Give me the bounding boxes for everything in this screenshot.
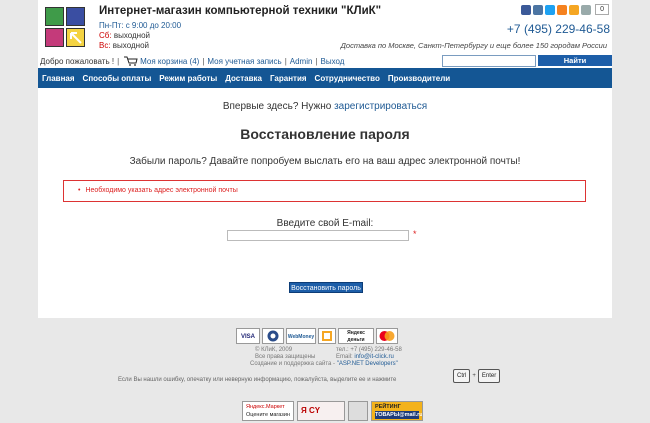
footer-contacts: тел.: +7 (495) 229-46-58 Email: info@it-… (336, 347, 402, 360)
phone-number: +7 (495) 229-46-58 (506, 22, 610, 36)
plus-share-icon[interactable] (581, 4, 592, 15)
error-report-note: Если Вы нашли ошибку, опечатку или невер… (118, 377, 397, 383)
my-account-link[interactable]: Моя учетная запись (207, 57, 281, 66)
shop-title: Интернет-магазин компьютерной техники "К… (99, 5, 382, 17)
hours-saturday: Сб: выходной (99, 31, 151, 40)
email-label: Введите свой E-mail: (276, 218, 374, 229)
enter-key: Enter (477, 369, 501, 383)
site-credits: Создание и поддержка сайта - "ASP.NET De… (250, 361, 398, 367)
search-button[interactable]: Найти (538, 55, 612, 66)
page-subtitle: Забыли пароль? Давайте попробуем выслать… (129, 156, 521, 167)
yandex-market-badge[interactable]: Яндекс.Маркет Оцените магазин (242, 401, 294, 421)
error-message: Необходимо указать адрес электронной поч… (78, 187, 237, 194)
restore-password-button[interactable]: Восстановить пароль (289, 282, 363, 293)
diners-logo (262, 328, 284, 344)
mastercard-icon (379, 331, 395, 341)
main-nav: Главная Способы оплаты Режим работы Дост… (38, 68, 612, 88)
logo-square-pink (45, 28, 64, 47)
vkontakte-icon[interactable] (533, 4, 544, 15)
welcome-text: Добро пожаловать ! (40, 56, 115, 66)
hours-sunday: Вс: выходной (99, 41, 149, 50)
share-counter: 0 (595, 4, 609, 15)
working-hours: Пн-Пт: с 9:00 до 20:00 Сб: выходной Вс: … (99, 21, 181, 51)
nav-item-payment[interactable]: Способы оплаты (79, 74, 156, 83)
my-cart-link[interactable]: Моя корзина (4) (140, 57, 199, 66)
twitter-icon[interactable] (545, 4, 556, 15)
payment-logos: VISA WebMoney Яндекс деньги (236, 328, 398, 344)
admin-link[interactable]: Admin (290, 57, 313, 66)
page-title: Восстановление пароля (240, 126, 410, 142)
bookmark-star-icon[interactable] (569, 4, 580, 15)
logo-square-yellow (66, 28, 85, 47)
separator: | (117, 56, 120, 66)
nav-item-home[interactable]: Главная (38, 74, 79, 83)
mastercard-logo (376, 328, 398, 344)
hours-weekdays: Пн-Пт: с 9:00 до 20:00 (99, 21, 182, 30)
first-visit-text: Впервые здесь? Нужно (222, 101, 332, 112)
social-share-bar: 0 (521, 4, 609, 15)
developer-link[interactable]: "ASP.NET Developers" (337, 361, 398, 367)
facebook-icon[interactable] (521, 4, 532, 15)
validation-error-box: Необходимо указать адрес электронной поч… (63, 180, 586, 202)
nav-item-delivery[interactable]: Доставка (221, 74, 266, 83)
qiwi-icon (322, 331, 332, 341)
hotkey-hint: Ctrl + Enter (453, 369, 501, 383)
logout-link[interactable]: Выход (321, 57, 345, 66)
first-visit-line: Впервые здесь? Нужно зарегистрироваться (38, 101, 612, 112)
diners-club-icon (267, 330, 279, 342)
rating-badges: Яндекс.Маркет Оцените магазин Я CY РЕЙТИ… (242, 401, 423, 421)
mail-rating-badge[interactable]: РЕЙТИНГ ТОВАРЫ@mail.ru (371, 401, 423, 421)
email-input[interactable] (227, 230, 409, 241)
nav-item-hours[interactable]: Режим работы (155, 74, 221, 83)
ctrl-key: Ctrl (453, 369, 471, 383)
footer-email-link[interactable]: info@it-click.ru (354, 354, 393, 360)
cursor-arrow-icon (70, 32, 82, 44)
visa-logo: VISA (236, 328, 260, 344)
nav-item-manufacturers[interactable]: Производители (384, 74, 454, 83)
user-bar: Добро пожаловать ! | Моя корзина (4) | М… (40, 56, 345, 66)
nav-item-cooperation[interactable]: Сотрудничество (311, 74, 384, 83)
webmoney-logo: WebMoney (286, 328, 316, 344)
register-link[interactable]: зарегистрироваться (334, 101, 427, 112)
qiwi-logo (318, 328, 336, 344)
page-container: Интернет-магазин компьютерной техники "К… (38, 0, 612, 318)
copyright: © КЛиК, 2009 Все права защищены (255, 347, 316, 360)
logo-square-green (45, 7, 64, 26)
nav-item-warranty[interactable]: Гарантия (266, 74, 311, 83)
search-input[interactable] (442, 55, 536, 67)
required-marker: * (413, 229, 417, 239)
shopping-cart-icon (124, 56, 138, 66)
delivery-info: Доставка по Москве, Санкт-Петербургу и е… (340, 41, 607, 50)
counter-badge[interactable] (348, 401, 368, 421)
logo-square-blue (66, 7, 85, 26)
yandex-cy-badge[interactable]: Я CY (297, 401, 345, 421)
yandex-money-logo: Яндекс деньги (338, 328, 374, 344)
shop-logo[interactable] (45, 7, 87, 49)
odnoklassniki-icon[interactable] (557, 4, 568, 15)
